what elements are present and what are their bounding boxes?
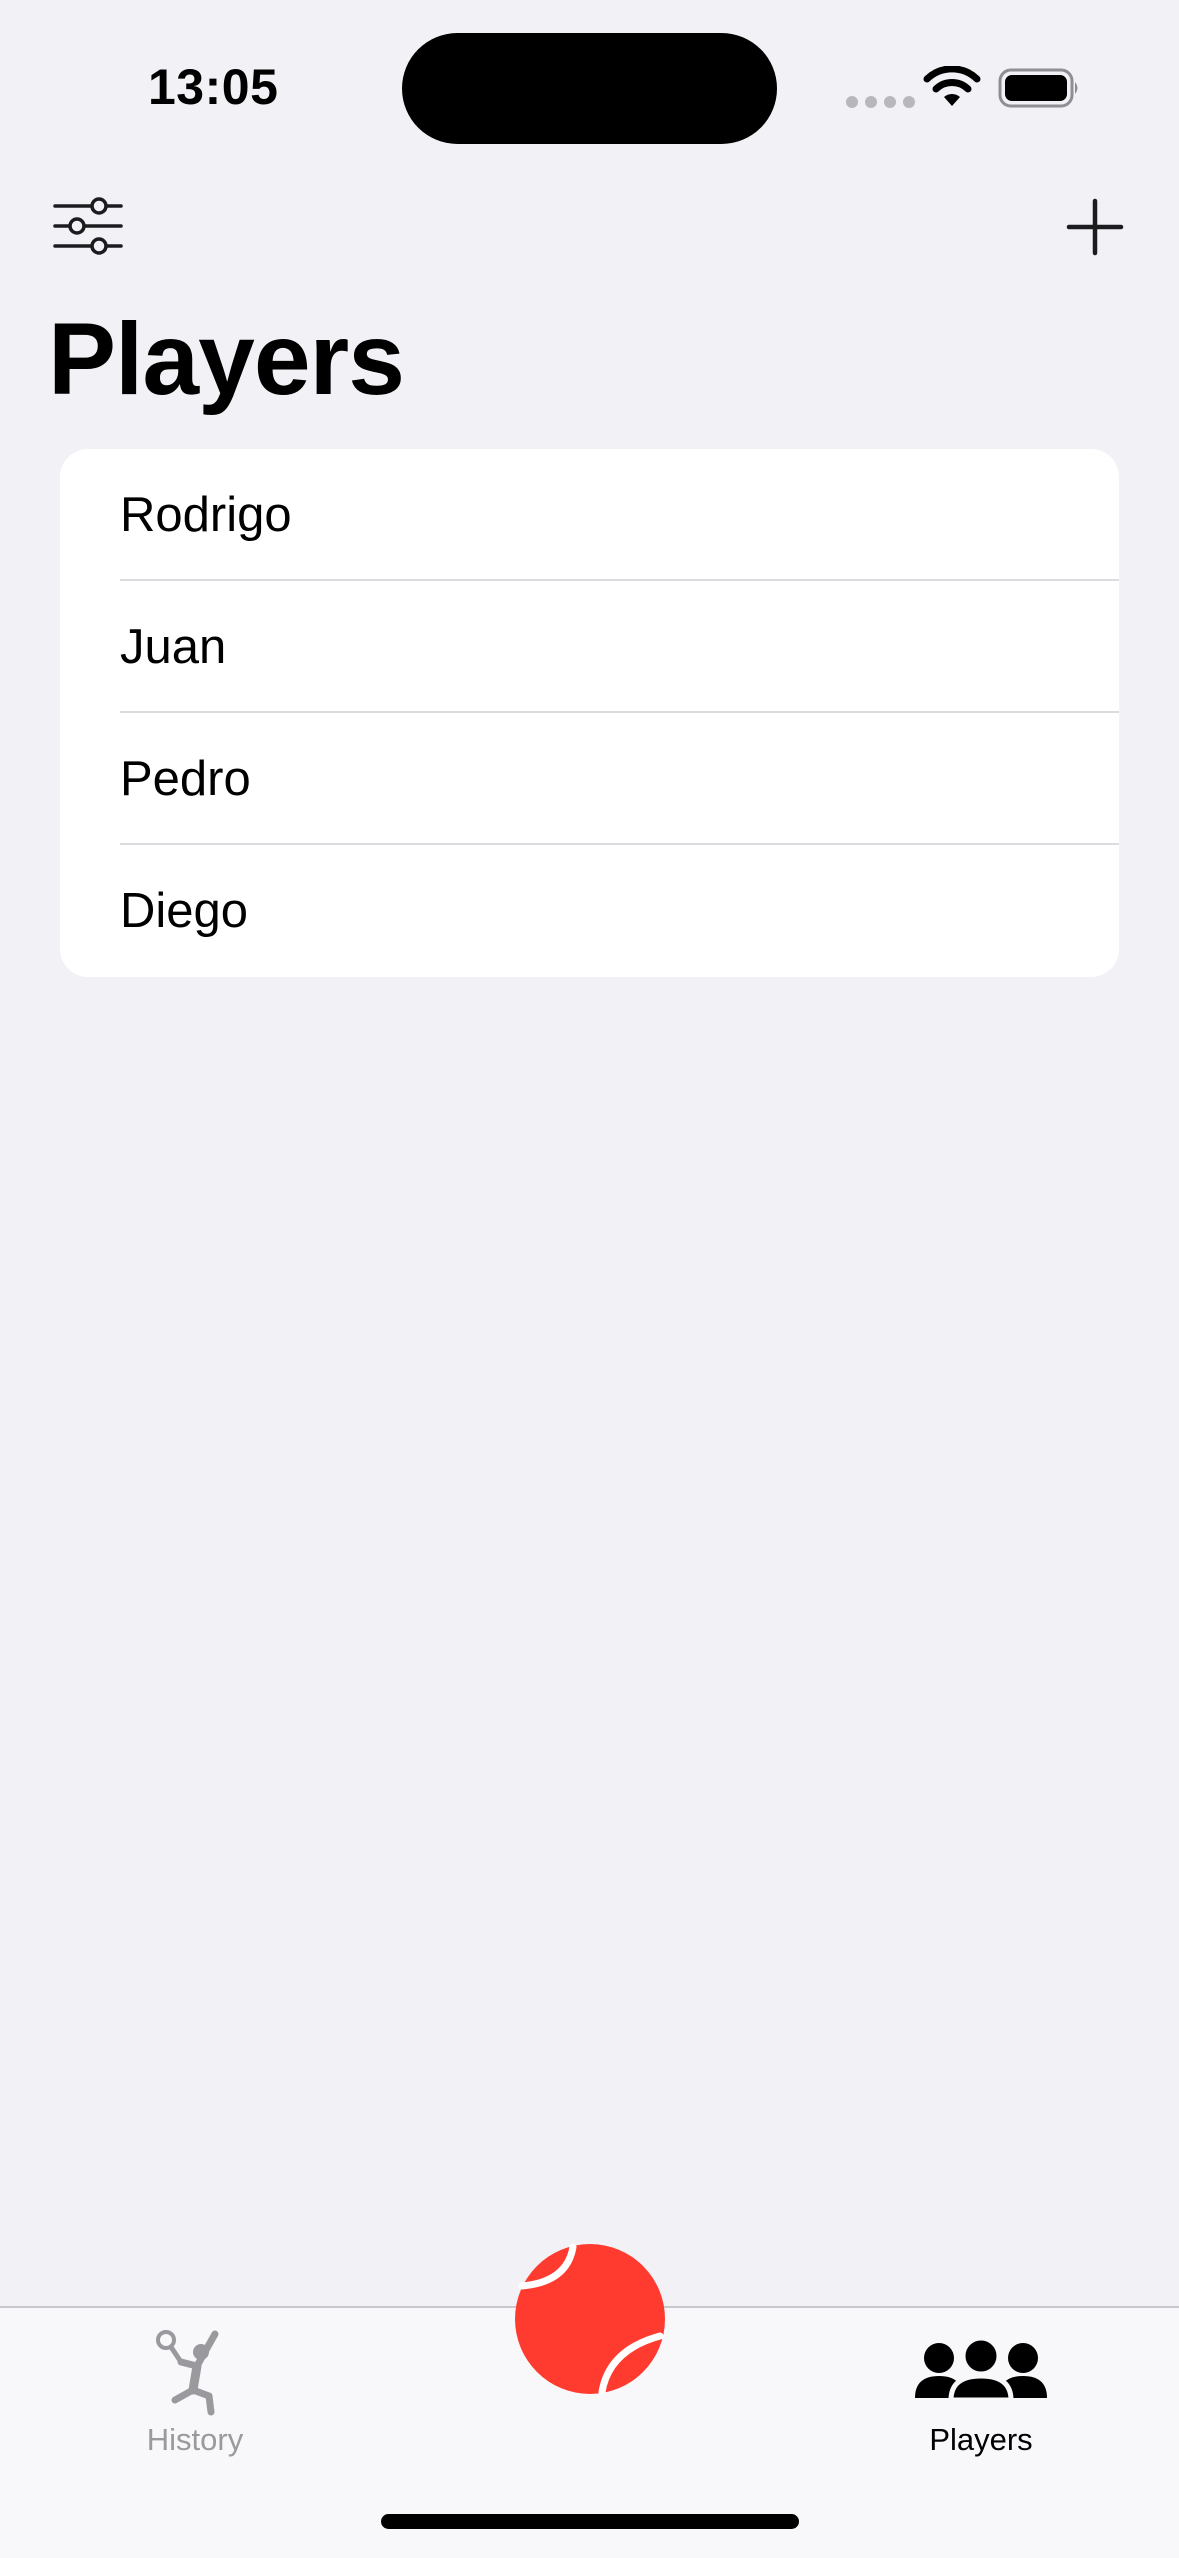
list-item-diego[interactable]: Diego: [60, 845, 1119, 977]
home-indicator: [381, 2514, 799, 2529]
slider-horizontal-icon[interactable]: [52, 196, 124, 256]
list-item-pedro[interactable]: Pedro: [60, 713, 1119, 845]
dynamic-island: [402, 33, 777, 144]
cellular-signal-icon: [846, 96, 915, 108]
player-name: Juan: [120, 620, 227, 674]
player-name: Pedro: [120, 752, 251, 806]
tab-players[interactable]: Players: [851, 2326, 1111, 2458]
wifi-icon: [923, 66, 981, 106]
tab-history[interactable]: History: [65, 2326, 325, 2458]
page-title: Players: [48, 302, 405, 416]
tab-players-label: Players: [929, 2422, 1033, 2457]
player-name: Rodrigo: [120, 488, 292, 542]
player-name: Diego: [120, 884, 249, 938]
list-item-juan[interactable]: Juan: [60, 581, 1119, 713]
person-3-icon: [915, 2335, 1047, 2403]
status-bar-time: 13:05: [148, 59, 279, 115]
list-item-rodrigo[interactable]: Rodrigo: [60, 449, 1119, 581]
tennis-player-icon: [156, 2330, 219, 2416]
tab-history-label: History: [146, 2422, 244, 2457]
players-list: Rodrigo Juan Pedro Diego: [60, 449, 1119, 977]
plus-icon[interactable]: [1066, 198, 1124, 256]
tennis-ball-icon[interactable]: [515, 2244, 665, 2394]
battery-icon: [998, 68, 1078, 108]
